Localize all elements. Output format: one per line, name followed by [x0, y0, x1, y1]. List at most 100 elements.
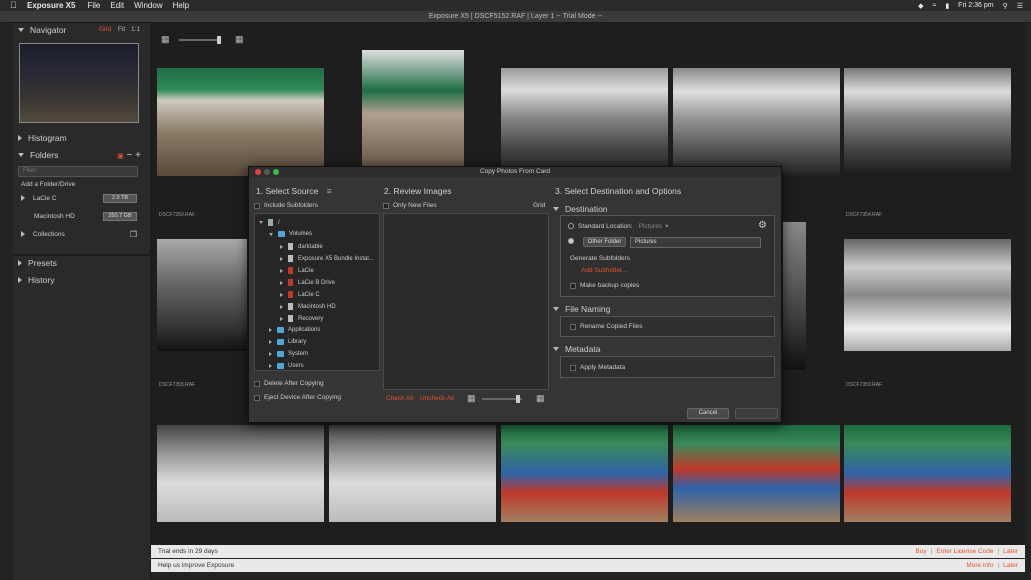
tree-volume-item[interactable]: darktable — [280, 243, 323, 250]
app-menu[interactable]: Exposure X5 — [27, 1, 75, 10]
later-link[interactable]: Later — [1003, 545, 1018, 558]
tree-volume-item[interactable]: LaCie B Drive — [280, 279, 335, 286]
menu-icon[interactable]: ≡ — [327, 186, 332, 196]
tree-volume-item[interactable]: LaCie — [280, 267, 314, 274]
apply-metadata[interactable]: Apply Metadata — [570, 364, 625, 371]
add-subfolder-link[interactable]: Add Subfolder... — [581, 267, 627, 274]
add-folder-drive[interactable]: Add a Folder/Drive — [13, 178, 151, 190]
pictures-dropdown[interactable]: Pictures — [639, 223, 662, 230]
folder-filter-input[interactable]: Filter — [18, 166, 138, 177]
metadata-section[interactable]: Metadata — [553, 344, 600, 354]
drive-lacie-c[interactable]: LaCie C 2.0 TB — [13, 192, 151, 204]
tree-folder[interactable]: System — [269, 351, 308, 357]
grid-view-icon[interactable]: ▦ — [161, 34, 170, 45]
destination-section[interactable]: Destination — [553, 204, 608, 214]
expand-arrow-icon[interactable] — [280, 244, 283, 249]
thumbnail[interactable] — [844, 239, 1011, 351]
menu-list-icon[interactable]: ☰ — [1017, 2, 1023, 10]
checkbox-icon[interactable] — [570, 364, 576, 371]
tree-volume-item[interactable]: Macintosh HD — [280, 303, 336, 310]
menu-help[interactable]: Help — [173, 1, 189, 10]
uncheck-all-link[interactable]: Uncheck All — [420, 395, 454, 402]
expand-arrow-icon[interactable] — [280, 316, 283, 321]
gear-icon[interactable]: ⚙ — [758, 220, 767, 231]
menu-edit[interactable]: Edit — [110, 1, 124, 10]
menu-window[interactable]: Window — [134, 1, 162, 10]
histogram-header[interactable]: Histogram — [13, 131, 151, 145]
more-info-link[interactable]: More info — [966, 559, 993, 572]
thumbnail[interactable] — [362, 50, 464, 166]
dropbox-icon[interactable]: ◆ — [918, 2, 923, 10]
thumbnail[interactable] — [157, 68, 324, 176]
tree-folder[interactable]: Applications — [269, 327, 320, 333]
thumbnail[interactable] — [844, 68, 1011, 176]
spotlight-icon[interactable]: ⚲ — [1003, 2, 1008, 10]
rename-copied-files[interactable]: Rename Copied Files — [570, 323, 643, 330]
drive-macintosh-hd[interactable]: Macintosh HD 250.7 GB — [13, 210, 151, 222]
copy-button[interactable] — [735, 408, 778, 419]
thumbnail[interactable] — [501, 68, 668, 176]
tree-folder[interactable]: Users — [269, 363, 304, 369]
checkbox-icon[interactable] — [254, 380, 260, 387]
expand-arrow-icon[interactable] — [269, 352, 272, 356]
thumb-size-slider[interactable] — [179, 36, 221, 44]
checkbox-icon[interactable] — [570, 282, 576, 289]
file-naming-section[interactable]: File Naming — [553, 304, 610, 314]
menu-file[interactable]: File — [87, 1, 100, 10]
tree-volume-item[interactable]: LaCie C — [280, 291, 320, 298]
expand-arrow-icon[interactable] — [269, 340, 272, 344]
only-new-files[interactable]: Only New Files — [383, 202, 437, 209]
checkbox-icon[interactable] — [570, 323, 576, 330]
check-all-link[interactable]: Check All — [386, 395, 413, 402]
expand-arrow-icon[interactable] — [280, 268, 283, 273]
collections-row[interactable]: Collections ❐ — [13, 228, 151, 240]
include-subfolders[interactable]: Include Subfolders — [254, 202, 318, 209]
checkbox-icon[interactable] — [383, 202, 389, 209]
expand-arrow-icon[interactable] — [269, 232, 273, 236]
presets-header[interactable]: Presets — [13, 256, 151, 270]
nav-grid[interactable]: Grid — [99, 26, 111, 33]
large-grid-icon[interactable]: ▦ — [235, 34, 244, 45]
license-link[interactable]: Enter License Code — [936, 545, 993, 558]
buy-link[interactable]: Buy — [915, 545, 926, 558]
minimize-dot[interactable] — [264, 169, 270, 175]
history-header[interactable]: History — [13, 273, 151, 287]
other-folder-button[interactable]: Other Folder — [583, 237, 626, 247]
expand-arrow-icon[interactable] — [280, 304, 283, 309]
nav-1to1[interactable]: 1:1 — [131, 26, 140, 33]
thumbnail[interactable] — [783, 222, 806, 370]
tree-folder[interactable]: Library — [269, 339, 306, 345]
source-tree[interactable]: / Volumes darktable Exposure X5 Bundle I… — [254, 213, 380, 371]
radio-icon[interactable] — [568, 238, 574, 244]
cancel-button[interactable]: Cancel — [687, 408, 729, 419]
large-grid-icon[interactable]: ▦ — [536, 393, 545, 404]
expand-arrow-icon[interactable] — [280, 256, 283, 261]
other-folder-radio[interactable] — [568, 238, 578, 244]
tree-root[interactable]: / — [259, 219, 280, 226]
expand-arrow-icon[interactable] — [269, 364, 272, 368]
other-folder-path[interactable]: Pictures — [630, 237, 761, 248]
thumbnail[interactable] — [157, 239, 247, 351]
grid-toggle[interactable]: Grid — [533, 202, 545, 209]
wifi-icon[interactable]: ≈ — [932, 2, 936, 9]
collections-icon[interactable]: ❐ — [130, 230, 137, 239]
radio-icon[interactable] — [568, 223, 574, 229]
apple-icon[interactable]:  — [10, 0, 17, 11]
thumbnail[interactable] — [673, 425, 840, 522]
thumbnail[interactable] — [501, 425, 668, 522]
thumbnail[interactable] — [673, 68, 840, 176]
zoom-dot[interactable] — [273, 169, 279, 175]
folders-header[interactable]: Folders ▣ − + — [13, 148, 151, 162]
later-link[interactable]: Later — [1003, 559, 1018, 572]
tree-volume-item[interactable]: Exposure X5 Bundle Instal... — [280, 255, 374, 262]
thumbnail[interactable] — [157, 425, 324, 522]
checkbox-icon[interactable] — [254, 202, 260, 209]
delete-after-copying[interactable]: Delete After Copying — [254, 380, 324, 387]
tree-volume-item[interactable]: Recovery — [280, 315, 323, 322]
close-dot[interactable] — [255, 169, 261, 175]
standard-location-radio[interactable]: Standard Location: Pictures ▾ — [568, 222, 668, 230]
checkbox-icon[interactable] — [254, 394, 260, 401]
clock[interactable]: Fri 2:36 pm — [958, 2, 993, 9]
expand-arrow-icon[interactable] — [269, 328, 272, 332]
battery-icon[interactable]: ▮ — [945, 2, 949, 10]
